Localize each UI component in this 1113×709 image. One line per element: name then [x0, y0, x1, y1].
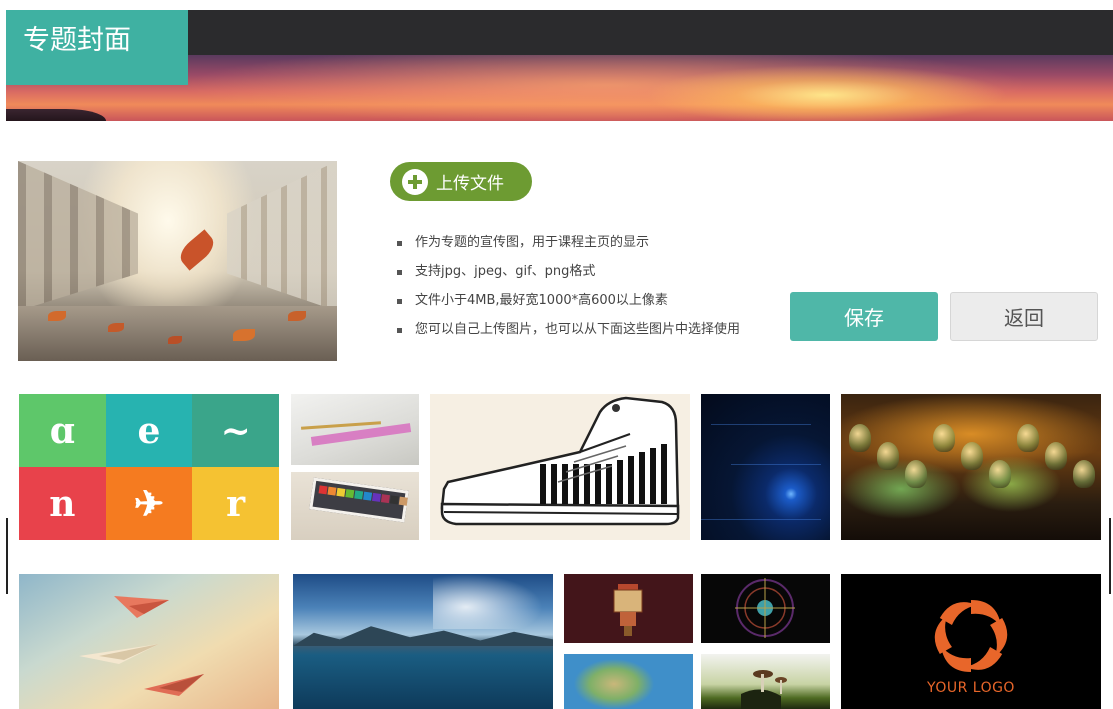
scroll-edge-left [6, 518, 8, 594]
piano-key [650, 448, 656, 504]
upload-file-label: 上传文件 [436, 174, 504, 194]
scroll-edge-right [1109, 518, 1111, 594]
sneaker-drawing [440, 396, 680, 526]
cloud-shape [433, 574, 543, 629]
piano-key [540, 464, 546, 504]
gallery-image-fantasy-map[interactable] [564, 654, 693, 709]
gallery-image-piano-sneaker[interactable] [430, 394, 690, 540]
cover-preview-image [18, 161, 337, 361]
paint-pan [354, 490, 364, 500]
plus-circle-icon [402, 168, 428, 195]
gallery-image-digital-network[interactable] [701, 394, 830, 540]
snow-globe [933, 424, 955, 452]
preview-falling-leaf [175, 229, 219, 271]
logo-caption: YOUR LOGO [927, 680, 1015, 696]
paint-pan [389, 495, 399, 505]
piano-key [639, 452, 645, 504]
gallery-image-snow-globes[interactable] [841, 394, 1101, 540]
piano-key [551, 464, 557, 504]
app-icon-cell: e [105, 394, 193, 467]
page-title-box: 专题封面 [6, 10, 188, 85]
tip-item: 作为专题的宣传图，用于课程主页的显示 [397, 233, 740, 262]
piano-key [584, 464, 590, 504]
gallery-image-paper-planes[interactable] [19, 574, 279, 709]
gallery-image-watercolor-palette[interactable] [291, 472, 419, 540]
gallery-image-your-logo[interactable]: YOUR LOGO [841, 574, 1101, 709]
piano-key [661, 444, 667, 504]
piano-key [628, 456, 634, 504]
circuit-line [711, 424, 811, 425]
app-icon-cell: ✈ [105, 467, 193, 540]
paint-pan [398, 496, 408, 506]
snow-globe [961, 442, 983, 470]
snow-globe [989, 460, 1011, 488]
tip-item: 文件小于4MB,最好宽1000*高600以上像素 [397, 291, 740, 320]
paint-pan [327, 486, 337, 496]
gallery-image-lantern[interactable] [564, 574, 693, 643]
piano-key [617, 460, 623, 504]
preview-leaf [108, 323, 124, 332]
snow-globe [1073, 460, 1095, 488]
paint-pan [336, 487, 346, 497]
preview-leaf [168, 336, 182, 344]
paper-planes-drawing [79, 596, 204, 696]
app-icon-cell: n [19, 467, 106, 540]
preview-rail-right [227, 161, 337, 311]
snow-globe [849, 424, 871, 452]
lantern-drawing [613, 584, 643, 636]
snow-globe [877, 442, 899, 470]
gallery-image-drawing-tools[interactable] [291, 394, 419, 465]
gallery-image-app-icons[interactable]: ɑ e ~ n ✈ r [19, 394, 279, 540]
snow-globe [1017, 424, 1039, 452]
paint-pan [380, 494, 390, 504]
paint-pan [318, 485, 328, 495]
tip-item: 支持jpg、jpeg、gif、png格式 [397, 262, 740, 291]
piano-key [562, 464, 568, 504]
app-icon-cell: r [192, 467, 279, 540]
paint-pan [363, 491, 373, 501]
circuit-line [731, 464, 821, 465]
gallery-image-mushrooms[interactable] [701, 654, 830, 709]
snow-globe [905, 460, 927, 488]
upload-file-button[interactable]: 上传文件 [390, 162, 532, 201]
gallery-image-dark-clock[interactable] [701, 574, 830, 643]
snow-globe [1045, 442, 1067, 470]
gallery-image-mountain-lake[interactable] [293, 574, 553, 709]
banner-shoreline [6, 109, 106, 121]
save-button[interactable]: 保存 [790, 292, 938, 341]
tip-item: 您可以自己上传图片，也可以从下面这些图片中选择使用 [397, 320, 740, 349]
upload-tips-list: 作为专题的宣传图，用于课程主页的显示 支持jpg、jpeg、gif、png格式 … [397, 233, 740, 349]
app-icon-cell: ~ [192, 394, 279, 467]
preview-leaf [233, 329, 255, 341]
page-title: 专题封面 [23, 25, 131, 56]
piano-key [606, 464, 612, 504]
paint-pan [345, 489, 355, 499]
mushroom-drawing [741, 670, 787, 709]
palette-shape [309, 477, 409, 523]
preview-rail-left [18, 161, 138, 311]
back-button[interactable]: 返回 [950, 292, 1098, 341]
preview-leaf [48, 311, 66, 321]
preview-leaf [288, 311, 306, 321]
circuit-line [701, 519, 821, 520]
app-icon-cell: ɑ [19, 394, 106, 467]
clock-drawing [735, 578, 795, 638]
paint-pan [372, 492, 382, 502]
